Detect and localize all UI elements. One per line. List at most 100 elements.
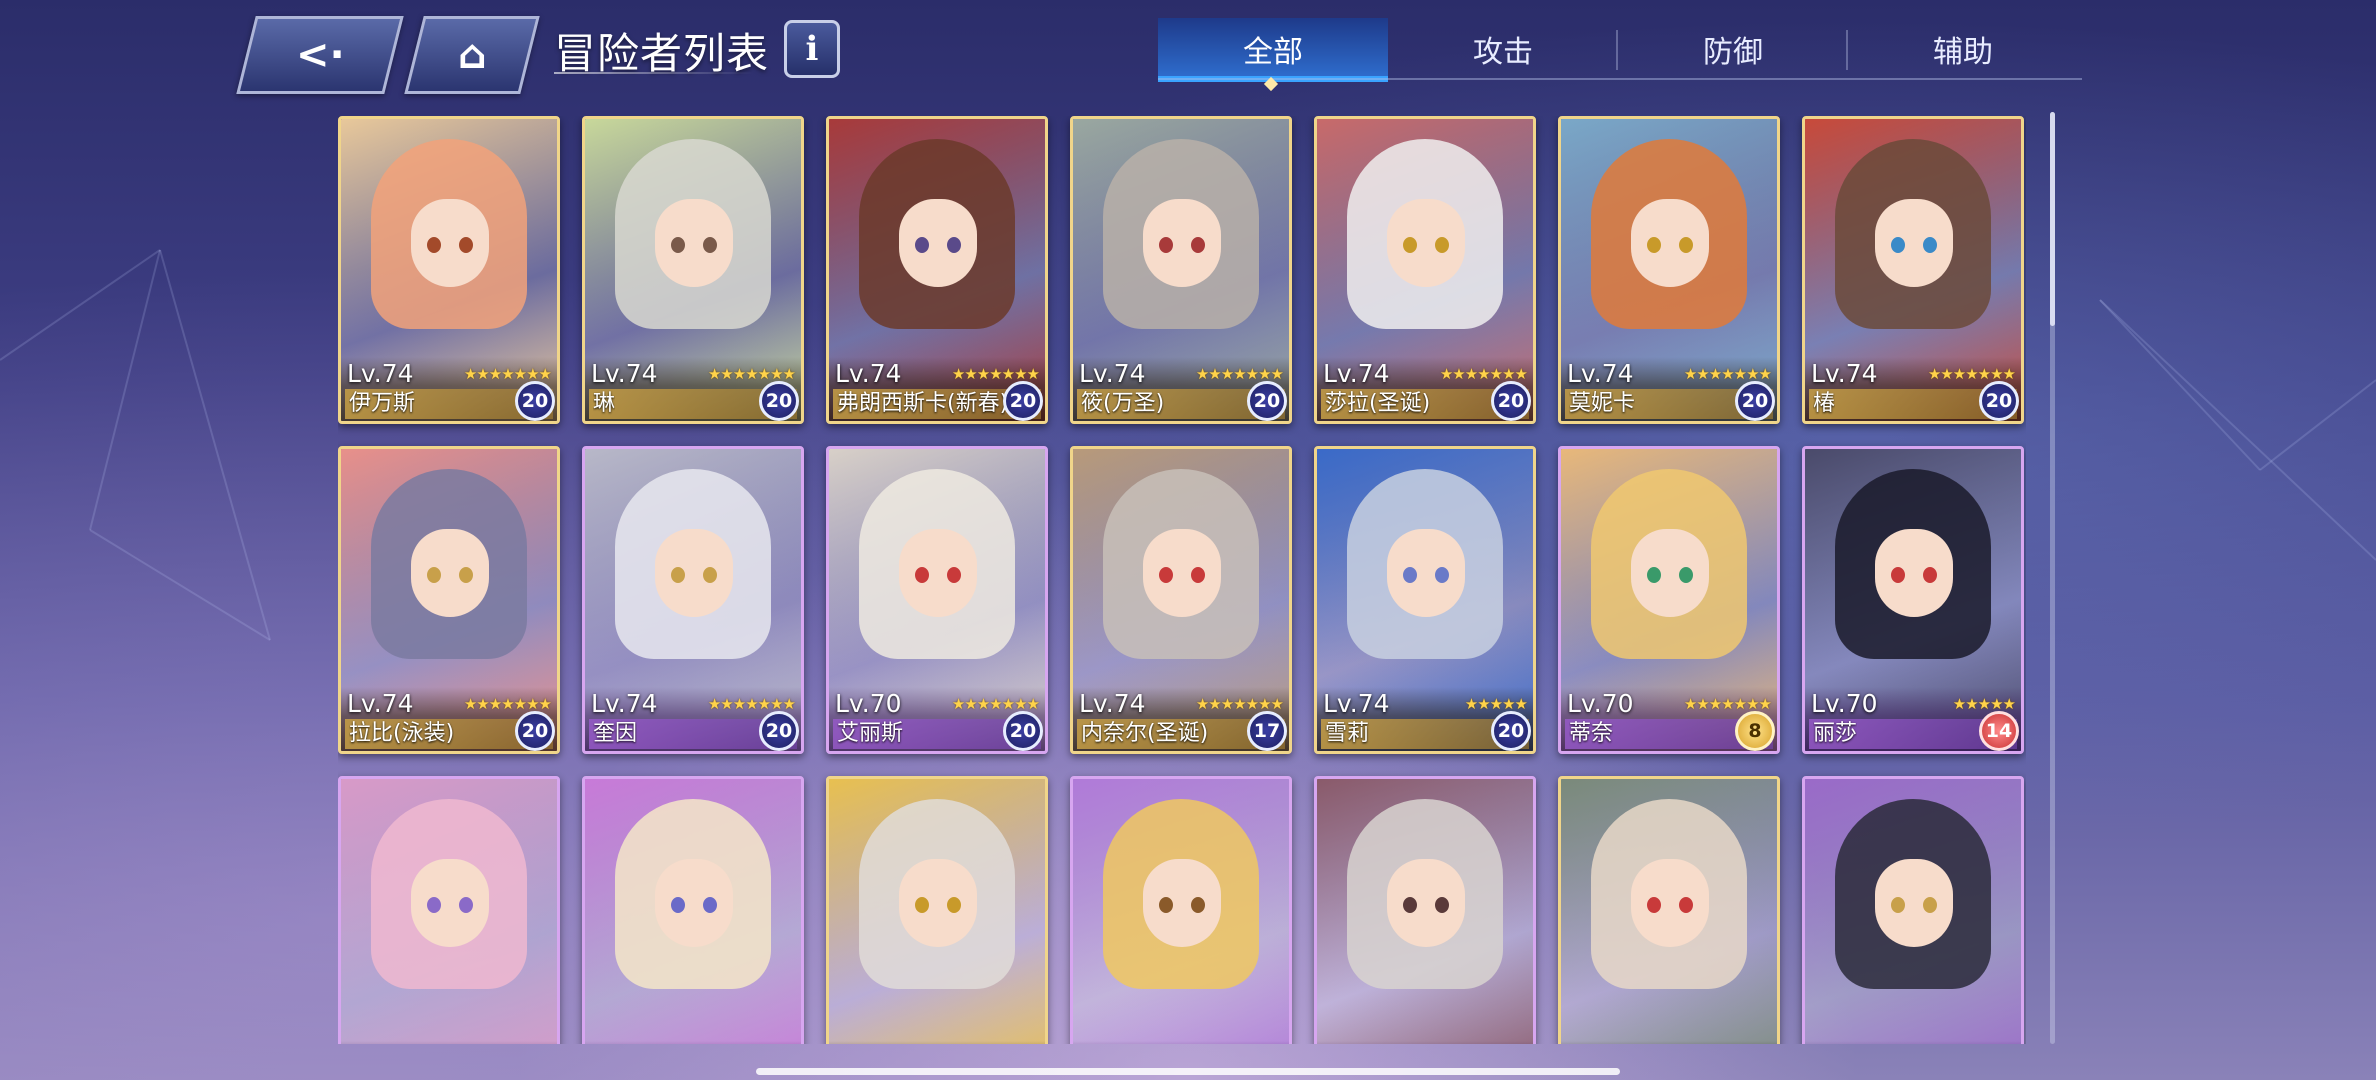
adventurer-card[interactable]: Lv.22 ★★★★★★★: [1802, 776, 2024, 1044]
adventurer-card[interactable]: Lv.74 ★★★★★★★ 莎拉(圣诞) 20: [1314, 116, 1536, 424]
portrait-eye: [459, 237, 473, 253]
adventurer-card[interactable]: Lv.74 ★★★★★★★ 琳 20: [582, 116, 804, 424]
adventurer-portrait: [1317, 779, 1533, 1044]
portrait-eye: [1191, 897, 1205, 913]
portrait-eye: [1403, 897, 1417, 913]
adventurer-card[interactable]: Lv.70 ★★★★★★★: [582, 776, 804, 1044]
home-indicator[interactable]: [756, 1068, 1620, 1075]
back-button[interactable]: <·: [236, 16, 404, 94]
rank-badge: 8: [1735, 711, 1775, 751]
portrait-eye: [1923, 897, 1937, 913]
adventurer-card[interactable]: Lv.74 ★★★★★★★ 莫妮卡 20: [1558, 116, 1780, 424]
card-info: Lv.22 ★★★★★★★: [1805, 1041, 2021, 1044]
card-info: Lv.74 ★★★★★★★ 椿 20: [1805, 357, 2021, 421]
rank-badge: 20: [515, 381, 555, 421]
adventurer-card[interactable]: Lv.70 ★★★★★★★ 艾丽斯 20: [826, 446, 1048, 754]
portrait-face: [1387, 859, 1465, 947]
adventurer-portrait: [585, 779, 801, 1044]
adventurer-card[interactable]: Lv.74 ★★★★★★★ 内奈尔(圣诞) 17: [1070, 446, 1292, 754]
home-icon: ⌂: [457, 32, 487, 78]
adventurer-name: 琳: [593, 391, 616, 416]
adventurer-name: 拉比(泳装): [349, 721, 455, 746]
tab-defense[interactable]: 防御: [1618, 18, 1848, 80]
rank-badge: 20: [1735, 381, 1775, 421]
rank-badge: 20: [1491, 711, 1531, 751]
card-info: Lv.74 ★★★★★★★ 筱(万圣) 20: [1073, 357, 1289, 421]
card-info: Lv.74 ★★★★★★★ 莎拉(圣诞) 20: [1317, 357, 1533, 421]
adventurer-card[interactable]: Lv.70 ★★★★: [338, 776, 560, 1044]
portrait-eye: [671, 897, 685, 913]
title-underline: [554, 72, 754, 74]
portrait-eye: [1403, 237, 1417, 253]
portrait-eye: [671, 567, 685, 583]
portrait-eye: [1159, 567, 1173, 583]
level-label: Lv.74: [835, 359, 902, 388]
adventurer-card[interactable]: Lv.74 ★★★★★★★ 伊万斯 20: [338, 116, 560, 424]
portrait-face: [1143, 859, 1221, 947]
info-gradient: [341, 1041, 557, 1044]
card-info: Lv.70 ★★★★: [341, 1041, 557, 1044]
tab-attack[interactable]: 攻击: [1388, 18, 1618, 80]
adventurer-name: 莫妮卡: [1569, 391, 1636, 416]
adventurer-card[interactable]: Lv.50 ★★★★★★★: [826, 776, 1048, 1044]
portrait-face: [1631, 859, 1709, 947]
portrait-eye: [1435, 567, 1449, 583]
tab-label: 全部: [1243, 35, 1303, 70]
info-gradient: [1561, 1041, 1777, 1044]
info-gradient: [829, 1041, 1045, 1044]
adventurer-card[interactable]: Lv.74 ★★★★★★★ 筱(万圣) 20: [1070, 116, 1292, 424]
portrait-eye: [459, 567, 473, 583]
adventurer-card[interactable]: Lv.74 ★★★★★★★ 奎因 20: [582, 446, 804, 754]
portrait-face: [899, 199, 977, 287]
portrait-eye: [915, 897, 929, 913]
portrait-eye: [1679, 567, 1693, 583]
rank-badge: 20: [1247, 381, 1287, 421]
info-button[interactable]: i: [784, 20, 840, 78]
adventurer-card[interactable]: Lv.40 ★★★★★: [1558, 776, 1780, 1044]
portrait-eye: [1647, 897, 1661, 913]
adventurer-name: 雪莉: [1325, 721, 1370, 746]
rank-badge: 20: [1491, 381, 1531, 421]
star-rating-icon: ★★★★★: [1464, 695, 1528, 713]
adventurer-card[interactable]: Lv.70 ★★★★★★★ 蒂奈 8: [1558, 446, 1780, 754]
scrollbar[interactable]: [2050, 112, 2055, 1044]
home-button[interactable]: ⌂: [404, 16, 540, 94]
adventurer-card[interactable]: Lv.70 ★★★★★ 丽莎 14: [1802, 446, 2024, 754]
rank-badge: 17: [1247, 711, 1287, 751]
portrait-eye: [427, 897, 441, 913]
card-info: Lv.74 ★★★★★★★ 琳 20: [585, 357, 801, 421]
portrait-eye: [459, 897, 473, 913]
portrait-face: [655, 859, 733, 947]
portrait-eye: [427, 567, 441, 583]
tab-all[interactable]: 全部: [1158, 18, 1388, 92]
filter-tabs: 全部 攻击 防御 辅助: [1158, 18, 2082, 92]
adventurer-name: 艾丽斯: [837, 721, 904, 746]
adventurer-card[interactable]: Lv.74 ★★★★★★★ 拉比(泳装) 20: [338, 446, 560, 754]
adventurer-name: 莎拉(圣诞): [1325, 391, 1431, 416]
back-arrow-icon: <·: [295, 32, 345, 78]
adventurer-card[interactable]: Lv.74 ★★★★★ 雪莉 20: [1314, 446, 1536, 754]
adventurer-card[interactable]: Lv.70 ★★★★★★★: [1314, 776, 1536, 1044]
portrait-face: [1631, 529, 1709, 617]
portrait-eye: [1891, 567, 1905, 583]
card-info: Lv.50 ★★★★★★★: [829, 1041, 1045, 1044]
card-info: Lv.74 ★★★★★★★ 伊万斯 20: [341, 357, 557, 421]
adventurer-portrait: [1073, 779, 1289, 1044]
adventurer-card[interactable]: Lv.70 ★★★★★★★: [1070, 776, 1292, 1044]
adventurer-card[interactable]: Lv.74 ★★★★★★★ 椿 20: [1802, 116, 2024, 424]
adventurer-name: 丽莎: [1813, 721, 1858, 746]
tab-label: 攻击: [1473, 35, 1533, 70]
card-info: Lv.70 ★★★★★★★: [585, 1041, 801, 1044]
portrait-eye: [1647, 567, 1661, 583]
scrollbar-thumb[interactable]: [2050, 112, 2055, 326]
portrait-eye: [427, 237, 441, 253]
portrait-eye: [1891, 897, 1905, 913]
tab-support[interactable]: 辅助: [1848, 18, 2078, 80]
portrait-eye: [703, 237, 717, 253]
portrait-face: [411, 199, 489, 287]
adventurer-card[interactable]: Lv.74 ★★★★★★★ 弗朗西斯卡(新春) 20: [826, 116, 1048, 424]
rank-badge: 20: [759, 711, 799, 751]
portrait-face: [899, 859, 977, 947]
portrait-face: [1631, 199, 1709, 287]
portrait-eye: [1679, 237, 1693, 253]
